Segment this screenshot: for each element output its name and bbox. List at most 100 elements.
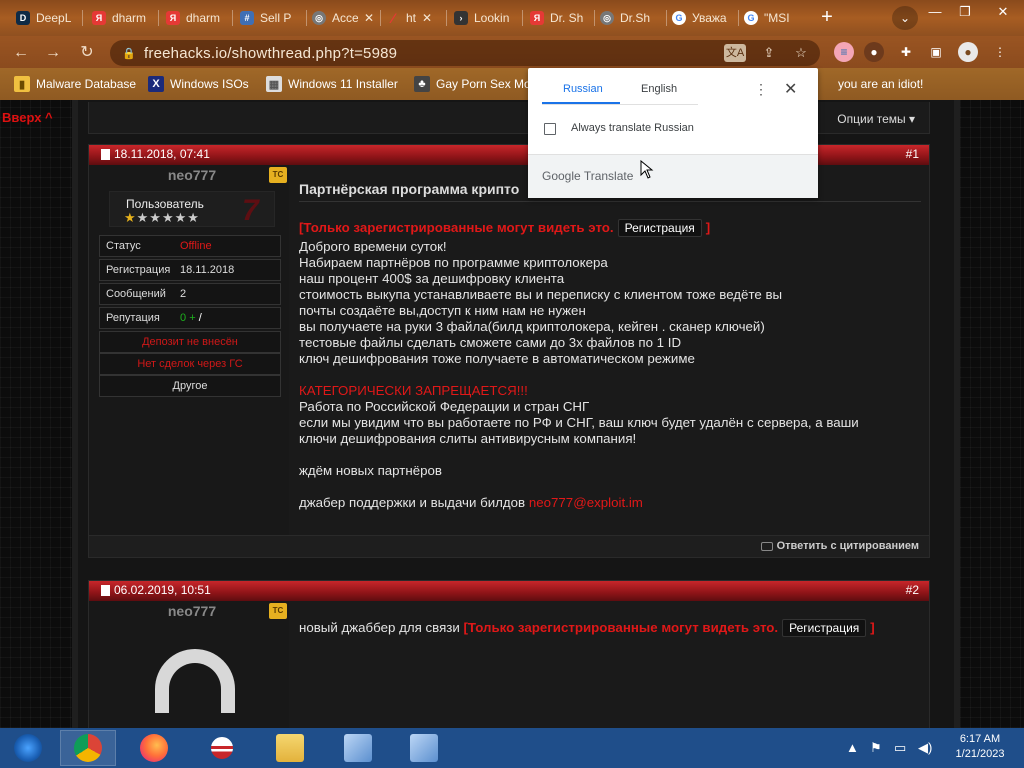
reload-button[interactable]: ↻ <box>76 42 98 64</box>
close-window-button[interactable]: ✕ <box>990 2 1016 22</box>
tab-sell[interactable]: # Sell P <box>234 4 304 32</box>
start-button[interactable] <box>0 730 56 766</box>
volume-icon[interactable]: ◀) <box>918 740 932 756</box>
tab-search-button[interactable]: ⌄ <box>892 6 918 30</box>
minimize-button[interactable]: — <box>922 2 948 22</box>
topic-starter-badge: TC <box>269 167 287 183</box>
chrome-icon <box>74 734 102 762</box>
post-line: новый джаббер для связи [Только зарегист… <box>299 619 875 637</box>
forum-post: 18.11.2018, 07:41 #1 neo777 TC Пользоват… <box>88 144 930 558</box>
post-number-link[interactable]: #2 <box>906 583 919 597</box>
restore-button[interactable]: ❐ <box>952 2 978 22</box>
deposit-row: Депозит не внесён <box>99 331 281 353</box>
tab-source-language[interactable]: Russian <box>563 83 603 95</box>
translate-icon[interactable]: 文A <box>724 44 746 62</box>
flag-extension-icon[interactable]: ≡ <box>834 42 854 62</box>
browser-toolbar: ← → ↻ 🔒 freehacks.io/showthread.php?t=59… <box>0 36 1024 68</box>
tab-msi[interactable]: G "MSI <box>738 4 806 32</box>
web-page: Вверх ^ Опции темы ▾ 18.11.2018, 07:41 #… <box>0 100 1024 728</box>
network-icon[interactable]: ▭ <box>894 740 906 756</box>
bookmark-windows-11-installer[interactable]: ▦ Windows 11 Installer <box>266 74 398 94</box>
document-icon <box>101 584 110 596</box>
yandex-icon: Я <box>530 11 544 25</box>
register-button[interactable]: Регистрация <box>617 219 702 237</box>
translate-menu-icon[interactable]: ⋮ <box>754 81 768 98</box>
post-date: 06.02.2019, 10:51 <box>114 583 211 597</box>
other-row[interactable]: Другое <box>99 375 281 397</box>
yandex-icon: Я <box>92 11 106 25</box>
hash-icon: # <box>240 11 254 25</box>
quote-icon <box>760 541 773 551</box>
user-status-row: Статус Offline <box>99 235 281 257</box>
post-line: ключи дешифрования слиты антивирусным ко… <box>299 431 637 446</box>
back-button[interactable]: ← <box>10 42 32 64</box>
bookmark-star-icon[interactable]: ☆ <box>790 44 812 62</box>
reply-with-quote-button[interactable]: Ответить с цитированием <box>760 540 919 552</box>
bookmark-you-are-an-idiot[interactable]: you are an idiot! <box>816 74 923 94</box>
post-date: 18.11.2018, 07:41 <box>114 147 210 161</box>
menu-kebab-icon[interactable]: ⋮ <box>990 42 1010 62</box>
thread-options-menu[interactable]: Опции темы ▾ <box>837 112 915 126</box>
post-line: наш процент 400$ за дешифровку клиента <box>299 271 565 286</box>
address-bar[interactable]: 🔒 freehacks.io/showthread.php?t=5989 文A … <box>110 40 820 66</box>
folder-icon <box>276 734 304 762</box>
system-clock[interactable]: 6:17 AM 1/21/2023 <box>944 732 1016 762</box>
terminal-icon: › <box>454 11 468 25</box>
taskbar-obama[interactable] <box>194 730 250 766</box>
close-tab-icon[interactable]: ✕ <box>422 11 432 25</box>
always-translate-checkbox[interactable] <box>544 123 556 135</box>
forward-button[interactable]: → <box>42 42 64 64</box>
new-tab-button[interactable]: + <box>814 6 840 30</box>
tab-ht[interactable]: ⁄ ht ✕ <box>380 4 444 32</box>
post-body: новый джаббер для связи [Только зарегист… <box>289 601 929 728</box>
taskbar-file-explorer[interactable] <box>262 730 318 766</box>
share-icon[interactable]: ⇪ <box>758 44 780 62</box>
register-button[interactable]: Регистрация <box>782 619 867 637</box>
tab-target-language[interactable]: English <box>641 83 677 95</box>
side-panel-icon[interactable]: ▣ <box>926 42 946 62</box>
bookmark-gay-porn[interactable]: ♣ Gay Porn Sex Mov <box>414 74 537 94</box>
tab-uvazha[interactable]: G Уважа <box>666 4 736 32</box>
tab-dharm-1[interactable]: Я dharm <box>86 4 156 32</box>
document-icon <box>101 148 110 160</box>
post-number-link[interactable]: #1 <box>906 147 919 161</box>
jabber-link[interactable]: neo777@exploit.im <box>529 495 643 510</box>
tab-deepl[interactable]: D DeepL <box>10 4 78 32</box>
yandex-icon: Я <box>166 11 180 25</box>
tray-chevron-icon[interactable]: ▲ <box>846 740 859 755</box>
account-avatar-icon[interactable]: ● <box>958 42 978 62</box>
forum-post: 06.02.2019, 10:51 #2 neo777 TC новый джа… <box>88 580 930 728</box>
bookmark-windows-isos[interactable]: X Windows ISOs <box>148 74 249 94</box>
taskbar-network-app[interactable] <box>330 730 386 766</box>
username-link[interactable]: neo777 <box>95 167 289 183</box>
folder-icon: ▮ <box>14 76 30 92</box>
tab-drsh-1[interactable]: Я Dr. Sh <box>524 4 592 32</box>
username-link[interactable]: neo777 <box>95 603 289 619</box>
tab-access[interactable]: ◎ Acces ✕ <box>306 4 380 32</box>
rank-stars-icon: ★★★★★★ <box>124 210 200 225</box>
post-line: Доброго времени суток! <box>299 239 447 254</box>
tab-drsh-2[interactable]: ◎ Dr.Sh <box>594 4 664 32</box>
warning-text: КАТЕГОРИЧЕСКИ ЗАПРЕЩАЕТСЯ!!! <box>299 383 528 398</box>
close-icon[interactable]: ✕ <box>784 79 797 99</box>
taskbar: ▲ ⚑ ▭ ◀) 6:17 AM 1/21/2023 <box>0 728 1024 768</box>
bookmark-malware-database[interactable]: ▮ Malware Database <box>14 74 136 94</box>
tab-lookin[interactable]: › Lookin <box>448 4 520 32</box>
taskbar-network-app-2[interactable] <box>396 730 452 766</box>
close-tab-icon[interactable]: ✕ <box>364 11 374 25</box>
back-to-top-link[interactable]: Вверх ^ <box>2 110 53 125</box>
extensions-puzzle-icon[interactable]: ✚ <box>896 42 916 62</box>
post-line: почты создаёте вы,доступ к ним нам не ну… <box>299 303 586 318</box>
user-rank-badge: Пользователь ★★★★★★ 7 <box>109 191 275 227</box>
tab-strip: D DeepL Я dharm Я dharm # Sell P ◎ Acces… <box>0 0 1024 36</box>
always-translate-label: Always translate Russian <box>571 122 694 134</box>
tab-dharm-2[interactable]: Я dharm <box>160 4 230 32</box>
post-line: ждём новых партнёров <box>299 463 442 478</box>
profile-extension-icon[interactable]: ● <box>864 42 884 62</box>
globe-icon: ◎ <box>600 11 614 25</box>
taskbar-chrome[interactable] <box>60 730 116 766</box>
action-center-flag-icon[interactable]: ⚑ <box>870 740 882 756</box>
user-reputation-row: Репутация 0 + / <box>99 307 281 329</box>
lock-icon: 🔒 <box>122 48 136 60</box>
taskbar-firefox[interactable] <box>126 730 182 766</box>
